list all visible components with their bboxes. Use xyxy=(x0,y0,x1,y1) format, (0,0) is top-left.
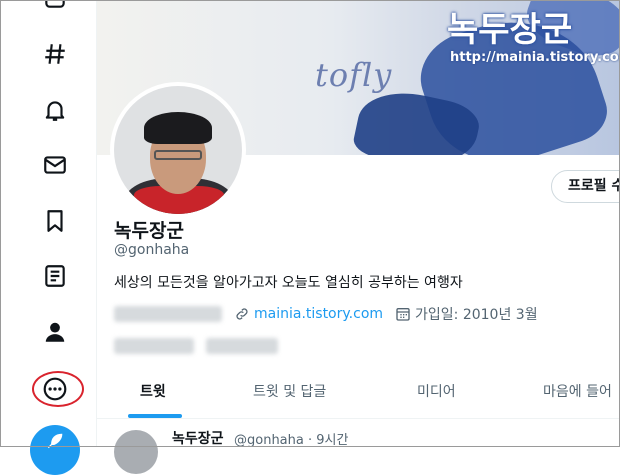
profile-name: 녹두장군 xyxy=(114,220,184,242)
profile-meta-row: mainia.tistory.com 가입일: 2010년 3월 xyxy=(114,304,538,324)
blurred-location xyxy=(114,306,222,322)
avatar-photo xyxy=(114,86,242,214)
avatar[interactable] xyxy=(114,430,158,474)
hashtag-icon xyxy=(45,44,65,64)
nav-lists[interactable] xyxy=(33,254,77,298)
blurred-followers[interactable] xyxy=(206,338,278,354)
nav-notifications[interactable] xyxy=(33,88,77,132)
nav-home[interactable] xyxy=(33,0,77,20)
banner-title: 녹두장군 xyxy=(447,10,573,50)
nav-messages[interactable] xyxy=(33,143,77,187)
tweet-item[interactable]: 녹두장군 @gonhaha · 9시간 xyxy=(114,426,620,474)
bookmark-icon xyxy=(47,210,63,232)
active-tab-indicator xyxy=(128,414,182,418)
tweet-author-name: 녹두장군 xyxy=(172,431,224,447)
banner-url: http://mainia.tistory.com xyxy=(450,50,620,65)
follow-counts xyxy=(114,338,278,354)
profile-avatar[interactable] xyxy=(110,82,246,218)
nav-bookmarks[interactable] xyxy=(33,199,77,243)
highlight-circle xyxy=(32,371,84,407)
profile-joined: 가입일: 2010년 3월 xyxy=(415,307,538,323)
profile-handle: @gonhaha xyxy=(114,242,190,258)
tab-likes[interactable]: 마음에 들어 xyxy=(543,364,612,418)
tab-tweets-replies[interactable]: 트윗 및 답글 xyxy=(253,364,326,418)
profile-website-link[interactable]: mainia.tistory.com xyxy=(254,306,383,322)
home-icon xyxy=(45,0,65,8)
calendar-icon xyxy=(396,308,410,321)
tab-media[interactable]: 미디어 xyxy=(417,364,456,418)
left-nav xyxy=(0,0,97,475)
banner-script-text: tofly xyxy=(315,56,393,94)
tweet-meta: @gonhaha · 9시간 xyxy=(234,433,349,448)
profile-bio: 세상의 모든것을 알아가고자 오늘도 열심히 공부하는 여행자 xyxy=(114,275,463,291)
nav-explore[interactable] xyxy=(33,32,77,76)
link-icon xyxy=(236,308,248,320)
bell-icon xyxy=(45,101,65,121)
profile-icon xyxy=(45,322,65,342)
tweet-button[interactable] xyxy=(30,425,80,475)
feather-icon xyxy=(47,433,63,449)
edit-profile-button[interactable]: 프로필 수 xyxy=(551,170,620,203)
profile-tabs: 트윗 트윗 및 답글 미디어 마음에 들어 xyxy=(97,364,620,419)
list-icon xyxy=(45,265,65,287)
mail-icon xyxy=(44,156,66,174)
tab-tweets[interactable]: 트윗 xyxy=(140,364,166,418)
nav-profile[interactable] xyxy=(33,310,77,354)
blurred-following[interactable] xyxy=(114,338,194,354)
